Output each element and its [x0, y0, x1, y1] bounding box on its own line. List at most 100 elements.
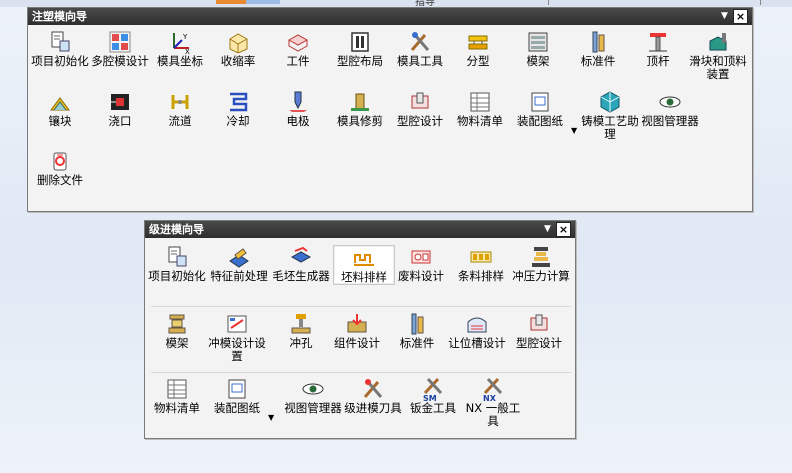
chevron-down-icon[interactable]: ▼	[544, 221, 551, 238]
standard-part-icon	[592, 31, 605, 53]
panel-titlebar[interactable]: 级进模向导 ▼ ×	[145, 221, 575, 238]
tool-p1-insert[interactable]: 镶块	[30, 90, 90, 128]
tool-p1-mold-tools[interactable]: 模具工具	[390, 30, 450, 68]
tool-p1-parting[interactable]: 分型	[448, 30, 508, 68]
tool-p2-die-design[interactable]: 冲模设计设置	[207, 312, 267, 363]
tool-p1-bom[interactable]: 物料清单	[450, 90, 510, 128]
pocket-icon	[411, 92, 429, 109]
tool-label: 特征前处理	[210, 269, 268, 283]
panel-titlebar[interactable]: 注塑模向导 ▼ ×	[28, 8, 752, 25]
tool-p1-delete-files[interactable]: 删除文件	[30, 149, 90, 187]
diebase-icon	[168, 314, 186, 334]
tool-label: 滑块和顶料装置	[689, 54, 747, 81]
tool-p2-component[interactable]: 组件设计	[327, 312, 387, 350]
tool-label: 顶杆	[646, 54, 670, 68]
tool-p1-runner[interactable]: 流道	[150, 90, 210, 128]
tool-label: 多腔模设计	[91, 54, 149, 68]
tool-p2-pocket[interactable]: 型腔设计	[509, 312, 569, 350]
tool-label: 镶块	[48, 114, 72, 128]
tool-p2-press-force[interactable]: 冲压力计算	[511, 245, 571, 283]
tool-label: 铸模工艺助理	[581, 114, 639, 141]
tool-label: NX 一般工具	[465, 401, 521, 428]
tool-label: 组件设计	[334, 336, 380, 350]
mold-csys-icon: YX	[173, 33, 190, 54]
tool-p1-cavity-layout[interactable]: 型腔布局	[330, 30, 390, 68]
background-divider	[760, 0, 761, 5]
svg-text:NX: NX	[483, 394, 497, 401]
tool-p2-blank-generate[interactable]: 毛坯生成器	[271, 245, 331, 283]
tool-label: 物料清单	[457, 114, 503, 128]
background-tab-orange	[216, 0, 246, 4]
tool-p1-pocket[interactable]: 型腔设计	[390, 90, 450, 128]
tool-p1-standard-part[interactable]: 标准件	[568, 30, 628, 68]
tool-p1-ejector[interactable]: 顶杆	[628, 30, 688, 68]
tool-label: 流道	[168, 114, 192, 128]
bom-icon	[470, 92, 490, 112]
tool-label: 冷却	[226, 114, 250, 128]
tool-p1-multi-cavity[interactable]: 多腔模设计	[90, 30, 150, 68]
tool-label: 装配图纸	[517, 114, 563, 128]
tool-p1-shrinkage[interactable]: 收缩率	[208, 30, 268, 68]
tool-p2-scrap-design[interactable]: 废料设计	[391, 245, 451, 283]
background-tab-blue	[246, 0, 280, 4]
tool-p2-nx-general[interactable]: NX NX 一般工具	[463, 377, 523, 428]
tool-p2-assembly-drawing[interactable]: 装配图纸	[207, 377, 267, 415]
svg-text:Y: Y	[182, 33, 188, 41]
tool-p1-cooling[interactable]: 冷却	[208, 90, 268, 128]
tool-label: 模架	[526, 54, 550, 68]
nx-general-tools-icon: NX	[483, 377, 503, 401]
tool-p1-workpiece[interactable]: 工件	[268, 30, 328, 68]
assembly-drawing-icon	[228, 379, 246, 399]
tool-p2-relief[interactable]: 让位槽设计	[447, 312, 507, 350]
row-divider	[151, 372, 571, 373]
tool-label: 冲压力计算	[512, 269, 570, 283]
tool-p1-gate[interactable]: 浇口	[90, 90, 150, 128]
dropdown-arrow-icon[interactable]: ▼	[268, 413, 274, 422]
tool-label: 浇口	[108, 114, 132, 128]
view-manager-icon	[302, 383, 324, 395]
tool-p2-feature-preprocess[interactable]: 特征前处理	[209, 245, 269, 283]
tool-p1-moldbase[interactable]: 模架	[508, 30, 568, 68]
blank-layout-icon	[354, 254, 374, 266]
tool-p2-bom[interactable]: 物料清单	[147, 377, 207, 415]
tool-p1-electrode[interactable]: 电极	[268, 90, 328, 128]
tool-label: 冲模设计设置	[208, 336, 266, 363]
tool-p2-view-manager[interactable]: 视图管理器	[283, 377, 343, 415]
close-icon[interactable]: ×	[556, 222, 571, 237]
tool-p2-pdw-tools[interactable]: 级进模刀具	[343, 377, 403, 415]
tool-label: 模具工具	[397, 54, 443, 68]
relief-slot-icon	[467, 317, 487, 333]
tool-label: 删除文件	[37, 173, 83, 187]
tool-p2-sheetmetal[interactable]: SM 钣金工具	[403, 377, 463, 415]
tool-p1-mold-csys[interactable]: Y X 模具坐标	[150, 30, 210, 68]
svg-text:SM: SM	[423, 394, 437, 401]
panel-title: 注塑模向导	[32, 10, 87, 23]
tool-p1-slider-lifter[interactable]: 滑块和顶料装置	[688, 30, 748, 81]
view-manager-icon	[659, 96, 681, 108]
insert-icon	[50, 97, 70, 111]
tool-label: 模具修剪	[337, 114, 383, 128]
tool-p1-view-manager[interactable]: 视图管理器	[640, 90, 700, 128]
tool-p2-piercing[interactable]: 冲孔	[271, 312, 331, 350]
tool-p2-diebase[interactable]: 模架	[147, 312, 207, 350]
background-window-strip: 指导	[0, 0, 792, 8]
close-icon[interactable]: ×	[733, 9, 748, 24]
tool-p1-mold-trim[interactable]: 模具修剪	[330, 90, 390, 128]
tool-p1-casting-process[interactable]: 铸模工艺助理	[580, 90, 640, 141]
tool-p2-project-init[interactable]: 项目初始化	[147, 245, 207, 283]
slider-lifter-icon	[709, 33, 727, 51]
dropdown-arrow-icon[interactable]: ▼	[571, 126, 577, 135]
tool-p1-assembly-drawing[interactable]: 装配图纸	[510, 90, 570, 128]
chevron-down-icon[interactable]: ▼	[721, 8, 728, 25]
tool-label: 型腔设计	[397, 114, 443, 128]
tool-p2-blank-layout[interactable]: 坯料排样	[333, 245, 395, 285]
tool-label: 钣金工具	[410, 401, 456, 415]
tool-p2-standard-part[interactable]: 标准件	[387, 312, 447, 350]
tool-p2-strip-layout[interactable]: 条料排样	[451, 245, 511, 283]
tool-label: 废料设计	[398, 269, 444, 283]
bom-icon	[167, 379, 187, 399]
shrinkage-icon	[229, 33, 248, 54]
tool-p1-project-init[interactable]: 项目初始化	[30, 30, 90, 68]
pdw-tools-icon	[363, 379, 383, 398]
project-init-icon	[51, 31, 70, 52]
